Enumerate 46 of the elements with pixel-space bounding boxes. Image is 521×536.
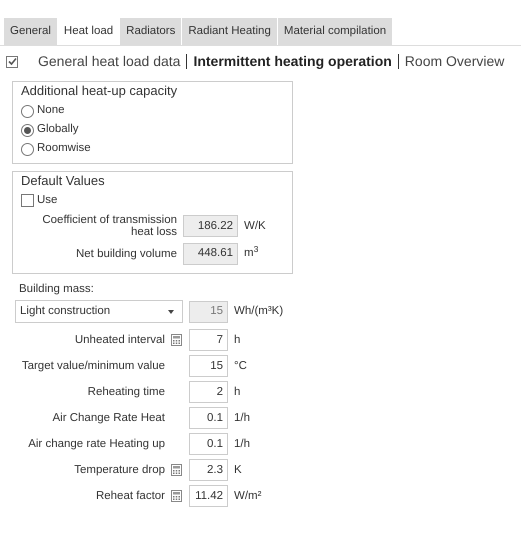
group-title: Additional heat-up capacity	[21, 83, 178, 100]
unit-label: W/K	[244, 218, 266, 234]
input-field[interactable]: 2	[189, 381, 228, 404]
input-field[interactable]: 7	[189, 329, 228, 352]
dropdown[interactable]: Light construction	[15, 300, 183, 324]
unit-label: m$^{3}$	[244, 245, 258, 262]
unit-label: 1/h	[234, 436, 250, 452]
field-label: Reheat factor	[94, 488, 165, 504]
calculator-icon[interactable]	[171, 334, 182, 346]
calculator-icon[interactable]	[171, 490, 182, 502]
value-field: 448.61	[183, 243, 238, 266]
breadcrumb-link[interactable]: General heat load data	[38, 51, 180, 72]
radio-option[interactable]: Roomwise	[21, 140, 284, 158]
field-label: Temperature drop	[73, 462, 165, 478]
breadcrumb-link[interactable]: Room Overview	[404, 51, 504, 72]
field-label: Unheated interval	[74, 332, 165, 348]
unit-label: h	[234, 384, 240, 400]
radio-option[interactable]: Globally	[21, 120, 284, 140]
calculator-icon[interactable]	[171, 464, 182, 476]
value-field: 186.22	[183, 215, 238, 238]
checkbox-option[interactable]: Use	[21, 190, 284, 210]
breadcrumb-link[interactable]: Intermittent heating operation	[193, 51, 392, 72]
unit-label: Wh/(m³K)	[234, 304, 284, 320]
tab[interactable]: Heat load	[58, 18, 120, 46]
input-field[interactable]: 0.1	[189, 407, 228, 430]
unit-label: K	[234, 462, 242, 478]
group-title: Default Values	[21, 172, 105, 190]
field-label: Building mass:	[19, 282, 94, 298]
field-label: Target value/minimum value	[20, 358, 165, 374]
value-field: 15	[189, 300, 228, 323]
unit-label: 1/h	[234, 410, 250, 426]
field-label: Air Change Rate Heat	[51, 410, 165, 426]
field-label: Air change rate Heating up	[27, 436, 165, 452]
input-field[interactable]: 2.3	[189, 459, 228, 482]
field-label: Net building volume	[74, 248, 177, 260]
unit-label: W/m²	[234, 488, 262, 504]
checkbox[interactable]	[6, 56, 18, 68]
input-field[interactable]: 11.42	[189, 485, 228, 508]
input-field[interactable]: 0.1	[189, 433, 228, 456]
radio-option[interactable]: None	[21, 102, 284, 120]
input-field[interactable]: 15	[189, 355, 228, 378]
field-label: Coefficient of transmission heat loss	[41, 214, 177, 240]
field-label: Reheating time	[86, 384, 165, 400]
unit-label: °C	[234, 358, 247, 374]
caret-icon	[168, 310, 174, 314]
unit-label: h	[234, 332, 240, 348]
